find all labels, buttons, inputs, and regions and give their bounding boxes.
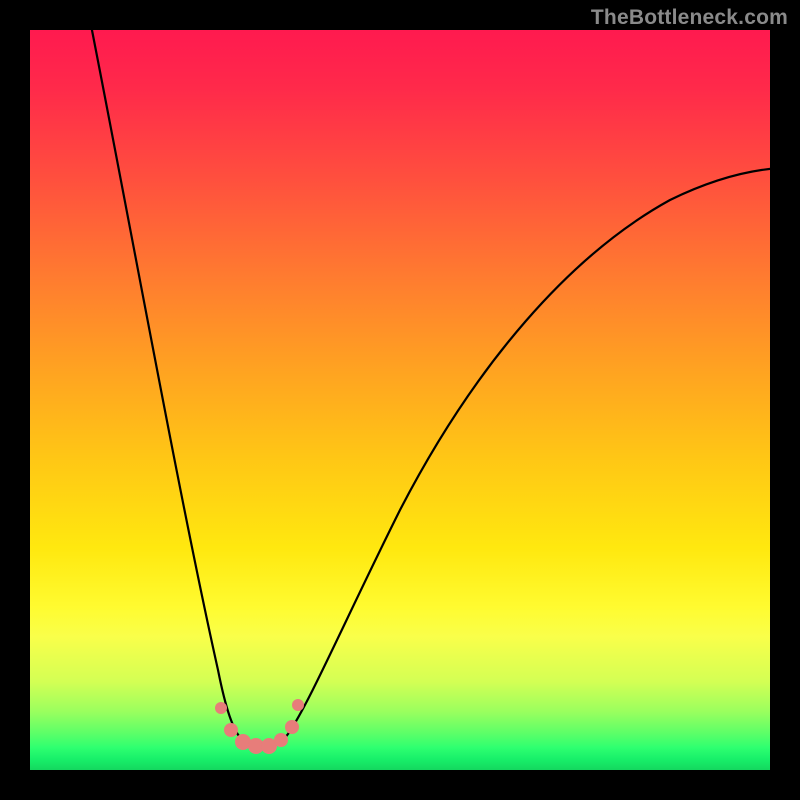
data-point <box>274 733 288 747</box>
plot-area <box>30 30 770 770</box>
chart-container: TheBottleneck.com <box>0 0 800 800</box>
data-point <box>285 720 299 734</box>
data-point <box>215 702 227 714</box>
watermark-text: TheBottleneck.com <box>591 6 788 30</box>
curve-left-branch <box>90 20 262 748</box>
curve-right-branch <box>262 168 780 748</box>
bottleneck-curve <box>30 30 770 770</box>
data-point <box>224 723 238 737</box>
data-point <box>292 699 304 711</box>
